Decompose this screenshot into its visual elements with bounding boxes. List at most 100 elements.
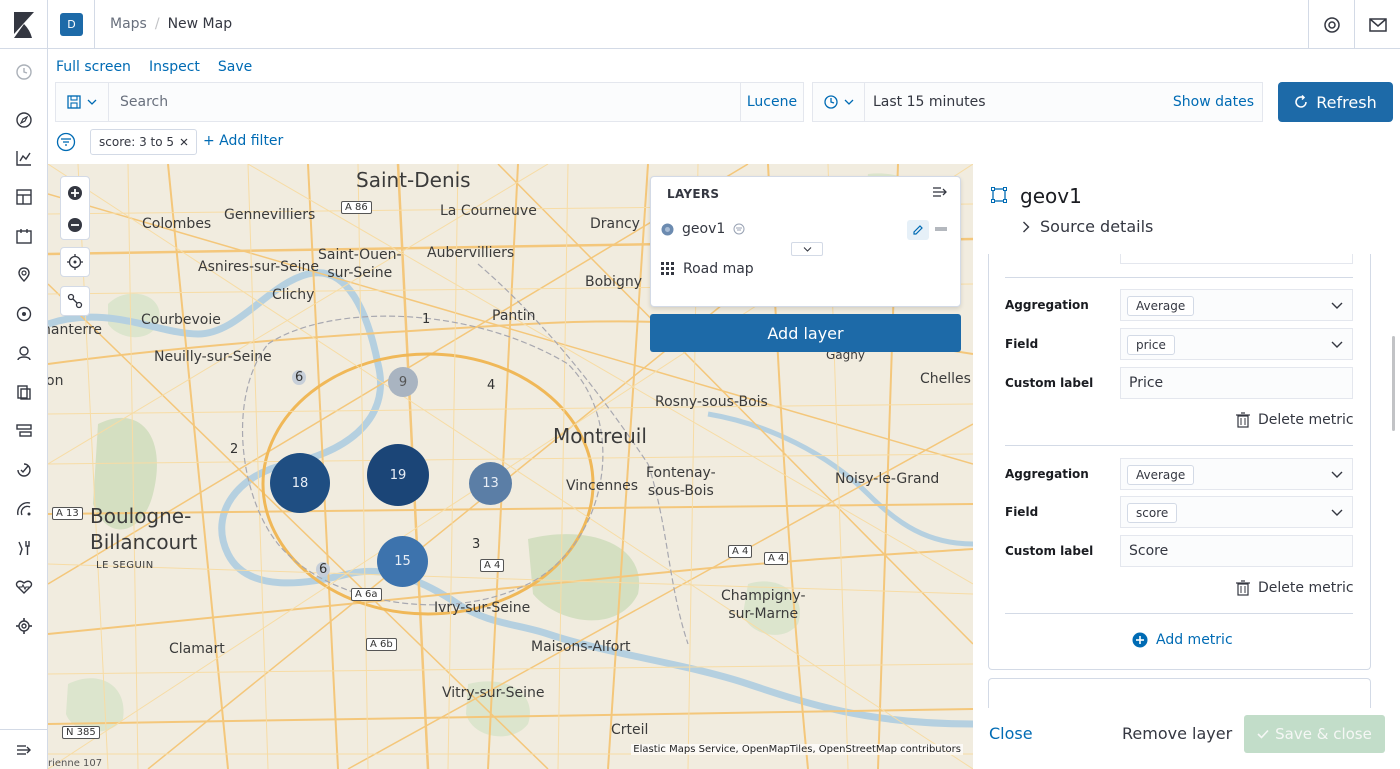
custom-label-label: Custom label <box>1005 544 1094 558</box>
edit-layer-button[interactable] <box>907 220 929 240</box>
saved-query-button[interactable] <box>56 83 109 121</box>
custom-label-label: Custom label <box>1005 376 1094 390</box>
point-count: 1 <box>422 312 431 327</box>
uptime-icon[interactable] <box>12 458 36 482</box>
management-gear-icon[interactable] <box>12 614 36 638</box>
aggregation-select[interactable]: Average <box>1120 458 1353 490</box>
source-details-toggle[interactable]: Source details <box>1022 217 1153 236</box>
divider <box>94 0 95 49</box>
remove-layer-button[interactable]: Remove layer <box>1122 724 1232 743</box>
place-label: Maisons-Alfort <box>531 639 631 655</box>
refresh-button[interactable]: Refresh <box>1278 82 1393 122</box>
breadcrumb: Maps / New Map <box>110 16 232 32</box>
cluster-marker[interactable]: 18 <box>270 453 330 513</box>
filter-menu-icon[interactable] <box>56 132 76 152</box>
source-details-label: Source details <box>1040 217 1154 236</box>
date-picker: Last 15 minutes Show dates <box>812 82 1263 122</box>
side-nav <box>0 49 48 769</box>
expand-layer-button[interactable] <box>791 242 823 256</box>
place-label: Crteil <box>611 722 649 738</box>
quick-menu-button[interactable] <box>813 83 865 121</box>
breadcrumb-new-map: New Map <box>167 16 233 32</box>
cluster-marker[interactable]: 9 <box>388 367 418 397</box>
monitoring-heart-icon[interactable] <box>12 575 36 599</box>
polygon-layer-icon <box>991 187 1007 203</box>
recent-clock-icon[interactable] <box>12 60 36 84</box>
add-filter-button[interactable]: + Add filter <box>203 133 283 149</box>
discover-compass-icon[interactable] <box>12 108 36 132</box>
cluster-marker[interactable]: 19 <box>367 444 429 506</box>
siem-icon[interactable] <box>12 497 36 521</box>
add-layer-button[interactable]: Add layer <box>650 314 961 352</box>
apm-icon[interactable] <box>12 419 36 443</box>
aggregation-value: Average <box>1127 465 1195 485</box>
map-attribution[interactable]: Elastic Maps Service, OpenMapTiles, Open… <box>631 744 963 755</box>
chevron-down-icon <box>1331 509 1343 516</box>
scale-text: rienne 107 <box>48 758 103 769</box>
help-button[interactable] <box>1308 0 1354 49</box>
cluster-marker[interactable]: 13 <box>469 462 512 505</box>
layer-row-geov1[interactable]: geov1 <box>661 221 745 237</box>
logs-icon[interactable] <box>12 380 36 404</box>
chevron-down-icon <box>1331 471 1343 478</box>
zoom-in-button[interactable] <box>61 177 89 208</box>
place-label: Aubervilliers <box>427 245 515 261</box>
field-select[interactable]: score <box>1120 496 1353 528</box>
breadcrumb-maps[interactable]: Maps <box>110 16 147 32</box>
kibana-logo[interactable] <box>0 0 48 49</box>
filter-pill[interactable]: score: 3 to 5 <box>90 129 198 155</box>
delete-metric-button[interactable]: Delete metric <box>1236 580 1354 596</box>
show-dates-link[interactable]: Show dates <box>1173 94 1254 110</box>
chevron-down-icon <box>803 246 811 252</box>
visualize-icon[interactable] <box>12 146 36 170</box>
expand-nav-button[interactable] <box>0 729 48 769</box>
place-label: Saint-Ouen- sur-Seine <box>318 247 402 281</box>
field-label: Field <box>1005 337 1039 351</box>
aggregation-select[interactable]: Average <box>1120 289 1353 321</box>
aggregation-value: Average <box>1127 296 1195 316</box>
dev-tools-wrench-icon[interactable] <box>12 536 36 560</box>
ml-icon[interactable] <box>12 302 36 326</box>
search-input[interactable]: Search <box>120 94 168 110</box>
delete-metric-label: Delete metric <box>1258 412 1354 428</box>
collapse-panel-icon[interactable] <box>932 185 948 199</box>
query-language-button[interactable]: Lucene <box>740 83 803 121</box>
newsfeed-button[interactable] <box>1354 0 1400 49</box>
cluster-marker[interactable]: 15 <box>377 536 428 587</box>
draw-tools-button[interactable] <box>60 286 90 316</box>
canvas-icon[interactable] <box>12 224 36 248</box>
set-view-button[interactable] <box>60 247 90 277</box>
layer-title: geov1 <box>1020 184 1082 208</box>
layers-title: LAYERS <box>667 187 720 201</box>
save-link[interactable]: Save <box>218 59 252 75</box>
close-icon[interactable] <box>180 138 188 146</box>
drag-handle-icon[interactable] <box>935 227 947 231</box>
field-value: price <box>1127 335 1175 355</box>
space-avatar[interactable]: D <box>60 13 83 36</box>
delete-metric-button[interactable]: Delete metric <box>1236 412 1354 428</box>
panel-scrollbar[interactable] <box>1392 336 1395 431</box>
close-button[interactable]: Close <box>989 724 1033 743</box>
add-metric-button[interactable]: Add metric <box>1132 632 1233 648</box>
infra-icon[interactable] <box>12 341 36 365</box>
field-select[interactable]: price <box>1120 328 1353 360</box>
refresh-label: Refresh <box>1316 92 1377 112</box>
custom-label-input[interactable]: Price <box>1120 367 1353 399</box>
dashboard-icon[interactable] <box>12 185 36 209</box>
zoom-out-button[interactable] <box>61 209 89 240</box>
inspect-link[interactable]: Inspect <box>149 59 200 75</box>
full-screen-link[interactable]: Full screen <box>56 59 131 75</box>
partial-input[interactable] <box>1120 254 1353 264</box>
maps-icon[interactable] <box>12 263 36 287</box>
custom-label-input[interactable]: Score <box>1120 535 1353 567</box>
plus-icon <box>68 185 82 200</box>
save-close-button[interactable]: Save & close <box>1244 715 1385 753</box>
divider <box>1005 613 1353 614</box>
top-nav: D Maps / New Map <box>0 0 1400 49</box>
tiles-grid-icon <box>661 262 674 275</box>
place-label: Pantin <box>492 308 536 324</box>
place-label: La Courneuve <box>440 203 537 219</box>
layer-row-road-map[interactable]: Road map <box>661 261 754 277</box>
breadcrumb-separator: / <box>154 16 160 32</box>
chevron-down-icon <box>1331 341 1343 348</box>
